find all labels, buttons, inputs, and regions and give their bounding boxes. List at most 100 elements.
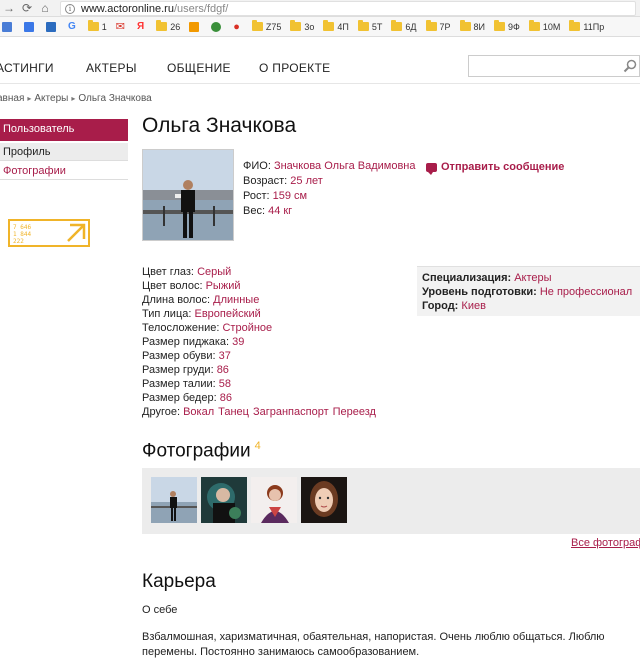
city-value[interactable]: Киев bbox=[461, 300, 486, 312]
photo-thumb-4[interactable] bbox=[301, 477, 347, 523]
nav-about[interactable]: О ПРОЕКТЕ bbox=[259, 61, 330, 75]
param-value[interactable]: Длинные bbox=[213, 294, 259, 306]
url-host: www.actoronline.ru bbox=[81, 2, 174, 15]
avatar-photo bbox=[143, 150, 233, 240]
sidebar-item-profile[interactable]: Профиль bbox=[0, 143, 128, 161]
counter-line-2: 1 844 bbox=[13, 231, 31, 238]
bookmark-docs[interactable] bbox=[24, 20, 37, 34]
bookmark-9[interactable] bbox=[46, 20, 59, 34]
param-label: Размер бедер: bbox=[142, 392, 217, 404]
home-button[interactable]: ⌂ bbox=[36, 0, 54, 17]
age-value: 25 лет bbox=[290, 175, 323, 187]
reload-button[interactable]: ⟳ bbox=[18, 0, 36, 17]
avatar[interactable] bbox=[142, 149, 234, 241]
bookmark-folder-7r[interactable]: 7Р bbox=[425, 20, 451, 34]
url-path: /users/fdgf/ bbox=[173, 2, 229, 15]
site-search-input[interactable] bbox=[468, 55, 640, 77]
photo-thumb-3[interactable] bbox=[251, 477, 297, 523]
folder-icon bbox=[459, 20, 471, 31]
param-row: Размер бедер: 86 bbox=[142, 391, 376, 405]
folder-icon bbox=[425, 20, 437, 31]
photos-title: Фотографии bbox=[142, 440, 251, 462]
bookmark-folder-10m[interactable]: 10М bbox=[528, 20, 561, 34]
spec-value[interactable]: Актеры bbox=[514, 272, 551, 284]
folder-icon bbox=[323, 20, 335, 31]
bookmark-blue[interactable] bbox=[2, 20, 15, 34]
yandex-icon: Я bbox=[137, 21, 145, 32]
bookmark-folder-4p[interactable]: 4П bbox=[323, 20, 349, 34]
param-value[interactable]: 39 bbox=[232, 336, 244, 348]
photo-thumb-2[interactable] bbox=[201, 477, 247, 523]
bookmark-folder-3o[interactable]: 3о bbox=[290, 20, 314, 34]
bookmark-folder-11pr[interactable]: 11Пр bbox=[569, 20, 604, 34]
bookmark-folder-9f[interactable]: 9Ф bbox=[494, 20, 520, 34]
level-value[interactable]: Не профессионал bbox=[540, 286, 632, 298]
skill-tag[interactable]: Танец bbox=[218, 406, 249, 418]
sidebar-item-photos[interactable]: Фотографии bbox=[0, 162, 128, 180]
mail-icon: ✉ bbox=[115, 21, 126, 33]
visit-counter[interactable]: 7 646 1 844 222 bbox=[8, 219, 90, 247]
bookmark-folder-6d[interactable]: 6Д bbox=[391, 20, 417, 34]
bookmark-folder-1[interactable]: 1 bbox=[87, 20, 107, 34]
bookmark-folder-26[interactable]: 26 bbox=[156, 20, 180, 34]
folder-icon bbox=[569, 20, 581, 31]
weight-row: Вес: 44 кг bbox=[243, 204, 416, 219]
param-value[interactable]: Рыжий bbox=[206, 280, 241, 292]
bookmark-google[interactable]: G bbox=[68, 20, 79, 34]
search-icon[interactable] bbox=[623, 59, 637, 73]
param-label: Размер груди: bbox=[142, 364, 214, 376]
nav-community[interactable]: ОБЩЕНИЕ bbox=[167, 61, 231, 75]
bookmark-label: Z75 bbox=[265, 21, 282, 32]
address-bar[interactable]: i www.actoronline.ru/users/fdgf/ bbox=[60, 1, 636, 16]
info-icon[interactable]: i bbox=[65, 3, 75, 14]
folder-icon bbox=[528, 20, 540, 31]
param-label: Телосложение: bbox=[142, 322, 220, 334]
bookmark-label: 11Пр bbox=[583, 21, 605, 32]
all-photos-link[interactable]: Все фотограф bbox=[571, 537, 640, 549]
bookmarks-bar: G 1 ✉ Я 26 ● Z75 3о 4П 5T 6Д 7Р 8И 9Ф 10… bbox=[0, 17, 640, 37]
folder-icon bbox=[357, 20, 369, 31]
param-label: Тип лица: bbox=[142, 308, 192, 320]
weight-value: 44 кг bbox=[268, 205, 293, 217]
bookmark-mail[interactable]: ✉ bbox=[116, 20, 128, 34]
param-value[interactable]: 37 bbox=[219, 350, 231, 362]
bookmark-app[interactable] bbox=[211, 20, 224, 34]
forward-button[interactable]: → bbox=[0, 0, 18, 17]
skill-tag[interactable]: Вокал bbox=[183, 406, 214, 418]
level-label: Уровень подготовки: bbox=[422, 286, 537, 298]
breadcrumb-home[interactable]: авная bbox=[0, 93, 24, 104]
skill-tag[interactable]: Переезд bbox=[333, 406, 376, 418]
param-value[interactable]: Европейский bbox=[195, 308, 261, 320]
param-value[interactable]: Серый bbox=[197, 266, 231, 278]
about-text: Взбалмошная, харизматичная, обаятельная,… bbox=[142, 631, 605, 658]
param-label: Длина волос: bbox=[142, 294, 211, 306]
bookmark-music[interactable] bbox=[189, 20, 202, 34]
nav-castings[interactable]: АСТИНГИ bbox=[0, 61, 54, 75]
bookmark-folder-z75[interactable]: Z75 bbox=[251, 20, 282, 34]
bookmark-yandex[interactable]: Я bbox=[137, 20, 147, 34]
spec-label: Специализация: bbox=[422, 272, 512, 284]
folder-icon bbox=[290, 20, 302, 31]
height-row: Рост: 159 см bbox=[243, 189, 416, 204]
param-value[interactable]: 86 bbox=[217, 364, 229, 376]
bookmark-label: 7Р bbox=[439, 21, 451, 32]
bookmark-label: 10М bbox=[542, 21, 561, 32]
skill-tag[interactable]: Загранпаспорт bbox=[253, 406, 329, 418]
photo-thumb-1[interactable] bbox=[151, 477, 197, 523]
bookmark-folder-5t[interactable]: 5T bbox=[357, 20, 382, 34]
param-value[interactable]: 86 bbox=[220, 392, 232, 404]
param-row-other: Другое: Вокал Танец Загранпаспорт Переезд bbox=[142, 405, 376, 419]
bookmark-label: 8И bbox=[473, 21, 486, 32]
breadcrumb-actors[interactable]: Актеры bbox=[34, 93, 68, 104]
nav-actors[interactable]: АКТЕРЫ bbox=[86, 61, 137, 75]
param-value[interactable]: 58 bbox=[219, 378, 231, 390]
param-row: Размер груди: 86 bbox=[142, 363, 376, 377]
send-message-button[interactable]: Отправить сообщение bbox=[426, 161, 564, 175]
specialization-box: Специализация: Актеры Уровень подготовки… bbox=[417, 266, 640, 316]
param-row: Размер пиджака: 39 bbox=[142, 335, 376, 349]
page-title: Ольга Значкова bbox=[142, 114, 297, 137]
height-value: 159 см bbox=[272, 190, 308, 202]
bookmark-folder-8i[interactable]: 8И bbox=[459, 20, 486, 34]
bookmark-pin[interactable]: ● bbox=[233, 20, 243, 34]
param-value[interactable]: Стройное bbox=[222, 322, 272, 334]
